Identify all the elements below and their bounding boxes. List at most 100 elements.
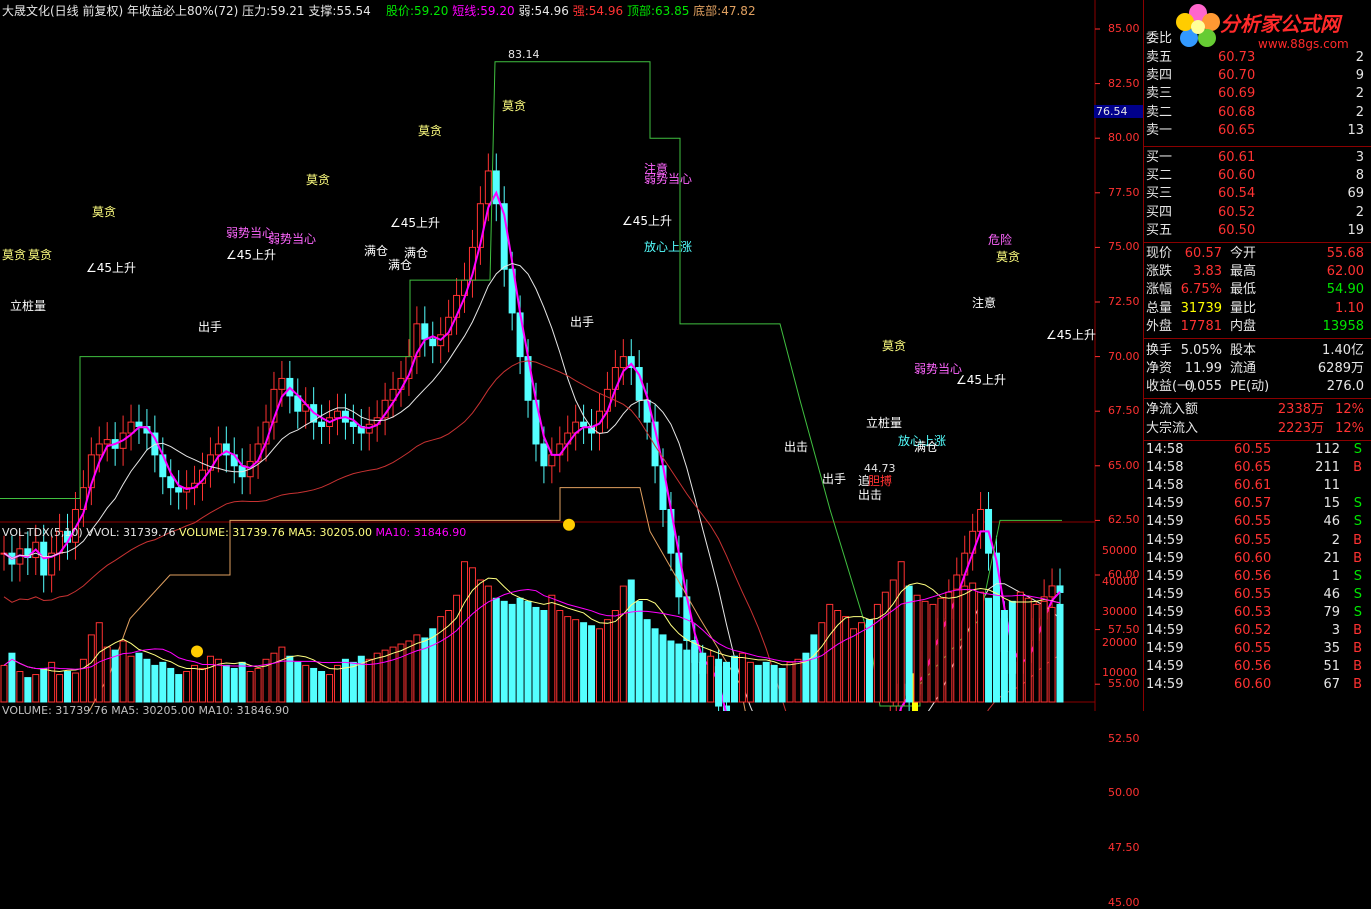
signal-label: 放心上涨 <box>644 240 693 254</box>
volume-tick: 50000 <box>1102 544 1137 557</box>
volume-bar <box>318 671 326 703</box>
tick-side: S <box>1353 604 1362 620</box>
tick-time: 14:59 <box>1146 550 1184 566</box>
quote-label-2: 最高 <box>1230 264 1257 280</box>
weak-value: 54.96 <box>534 4 569 18</box>
flow-value: 2223万 <box>1277 421 1324 436</box>
ask-row: 卖一 60.65 13 <box>1146 122 1368 140</box>
warning-face-icon <box>191 645 203 658</box>
fund-value: 11.99 <box>1184 361 1222 377</box>
tick-row: 14:58 60.61 11 <box>1146 477 1368 495</box>
quote-row: 外盘 17781 内盘 13958 <box>1146 318 1368 336</box>
quote-label: 外盘 <box>1146 318 1173 334</box>
signal-label: 莫贪 <box>92 205 117 219</box>
candle-body <box>333 410 341 419</box>
price-tick: 67.50 <box>1108 404 1140 418</box>
candle-body <box>95 443 103 456</box>
tick-side: B <box>1353 532 1362 548</box>
volume-bar <box>103 646 111 703</box>
price-tick: 47.50 <box>1108 841 1140 854</box>
volume-bar <box>770 664 778 703</box>
volume-bar <box>675 643 683 703</box>
candle-body <box>135 421 143 427</box>
candle-body <box>278 377 286 390</box>
tick-side: B <box>1353 460 1362 476</box>
flow-pct: 12% <box>1335 402 1364 417</box>
tick-volume: 46 <box>1323 586 1340 602</box>
chart-header-2: 股价:59.20 短线:59.20 弱:54.96 强:54.96 顶部:63.… <box>386 3 756 19</box>
stock-title: 大晟文化(日线 前复权) <box>2 4 124 18</box>
tick-time: 14:59 <box>1146 514 1184 530</box>
tick-row: 14:58 60.55 112 S <box>1146 441 1368 459</box>
fundamental-row: 净资 11.99 流通 6289万 <box>1146 360 1368 378</box>
price-tick: 52.50 <box>1108 731 1140 745</box>
tick-volume: 67 <box>1323 677 1340 693</box>
ask-price: 60.69 <box>1218 86 1256 102</box>
price-chart[interactable] <box>0 0 1143 711</box>
volume-bar <box>508 603 516 703</box>
volume-bar <box>540 610 548 703</box>
volume-bar <box>413 634 421 703</box>
price-label: 股价: <box>386 4 415 18</box>
volume-bar <box>64 671 72 703</box>
volume-bar <box>111 649 119 703</box>
candle-body <box>429 338 437 347</box>
tick-side: S <box>1353 442 1362 457</box>
ask-label: 卖二 <box>1146 104 1173 120</box>
ask-price: 60.73 <box>1218 50 1256 65</box>
tick-side: S <box>1353 514 1362 530</box>
volume-bar <box>691 646 699 703</box>
kline-chart-area[interactable]: 大晟文化(日线 前复权) 年收益必上80%(72) 压力:59.21 支撑:55… <box>0 0 1144 909</box>
ask-label: 卖四 <box>1146 68 1173 84</box>
bid-volume: 8 <box>1355 168 1364 184</box>
signal-label: 弱势当心 <box>914 362 963 376</box>
volume-bar <box>556 610 564 703</box>
price-tick: 75.00 <box>1108 240 1140 254</box>
tick-side: S <box>1353 586 1362 602</box>
vol-volume: VOLUME: 31739.76 <box>179 526 285 539</box>
tick-time: 14:59 <box>1146 532 1184 548</box>
signal-label: 出击 <box>858 488 883 502</box>
quote-label: 涨跌 <box>1146 264 1173 280</box>
weak-label: 弱: <box>518 4 535 18</box>
panel-divider <box>1144 146 1371 147</box>
tick-time: 14:58 <box>1146 478 1184 494</box>
fundamental-row: 收益(一) 0.055 PE(动) 276.0 <box>1146 378 1368 396</box>
ask-volume: 2 <box>1355 86 1364 102</box>
tick-row: 14:59 60.52 3 B <box>1146 622 1368 640</box>
volume-bar <box>865 619 873 703</box>
volume-bar <box>659 634 667 703</box>
quote-value: 17781 <box>1180 318 1222 334</box>
tick-price: 60.55 <box>1234 532 1272 548</box>
volume-bar <box>818 622 826 703</box>
tick-row: 14:59 60.55 46 S <box>1146 586 1368 604</box>
tick-price: 60.56 <box>1234 659 1272 675</box>
candle-body <box>175 487 183 493</box>
tick-volume: 79 <box>1323 604 1340 620</box>
tick-row: 14:58 60.65 211 B <box>1146 459 1368 477</box>
volume-bar <box>985 597 993 703</box>
volume-bar <box>746 661 754 703</box>
volume-bar <box>667 640 675 703</box>
volume-bar <box>16 671 24 703</box>
tick-row: 14:59 60.60 21 B <box>1146 550 1368 568</box>
bid-label: 买一 <box>1146 150 1173 165</box>
volume-bar <box>461 561 469 703</box>
short-value: 59.20 <box>480 4 515 18</box>
volume-bar <box>278 646 286 703</box>
warning-face-icon <box>563 518 575 531</box>
price-tick: 62.50 <box>1108 513 1140 527</box>
tick-price: 60.60 <box>1234 677 1272 693</box>
bottom-label: 底部: <box>693 4 722 18</box>
tick-row: 14:59 60.56 51 B <box>1146 658 1368 676</box>
tick-time: 14:59 <box>1146 641 1184 657</box>
tick-price: 60.53 <box>1234 604 1272 620</box>
volume-tick: 40000 <box>1102 574 1137 588</box>
tick-side: B <box>1353 677 1362 693</box>
volume-bar <box>913 594 921 703</box>
quote-label-2: 量比 <box>1230 300 1257 316</box>
chart-header: 大晟文化(日线 前复权) 年收益必上80%(72) 压力:59.21 支撑:55… <box>2 3 371 19</box>
panel-divider <box>1144 398 1371 399</box>
volume-header: VOL-TDX(5,10) VVOL: 31739.76 VOLUME: 317… <box>2 526 466 539</box>
volume-bar <box>842 616 850 703</box>
